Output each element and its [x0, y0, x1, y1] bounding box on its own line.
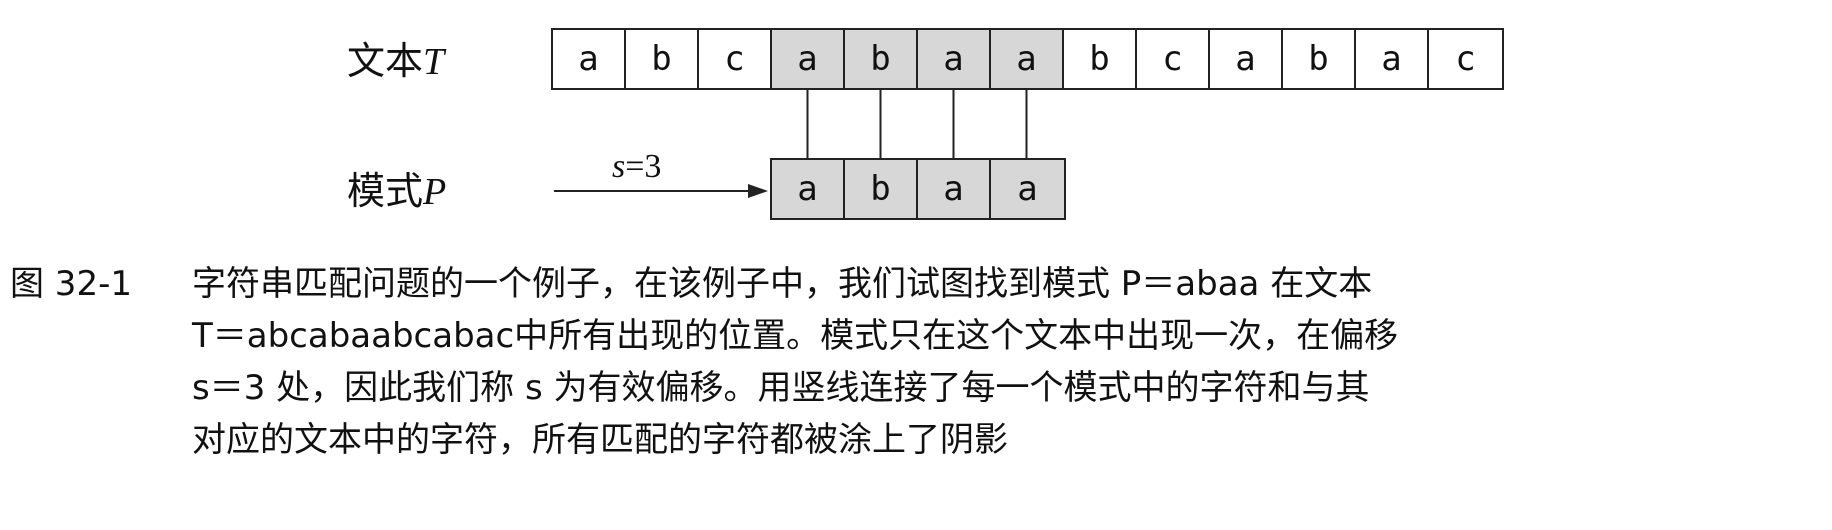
- shift-label: s=3: [612, 148, 661, 186]
- caption-line: 字符串匹配问题的一个例子，在该例子中，我们试图找到模式 P＝abaa 在文本: [192, 264, 1373, 304]
- shift-arrow-head: [748, 184, 768, 198]
- caption-line: s＝3 处，因此我们称 s 为有效偏移。用竖线连接了每一个模式中的字符和与其: [192, 368, 1370, 408]
- caption-line: T＝abcabaabcabac中所有出现的位置。模式只在这个文本中出现一次，在偏…: [192, 316, 1399, 356]
- caption-number: 图 32-1: [10, 264, 132, 304]
- caption-line: 对应的文本中的字符，所有匹配的字符都被涂上了阴影: [192, 420, 1008, 460]
- shift-var: s: [612, 148, 626, 185]
- shift-rest: =3: [625, 148, 662, 185]
- figure-caption: 图 32-1 字符串匹配问题的一个例子，在该例子中，我们试图找到模式 P＝aba…: [10, 258, 1820, 466]
- caption-body: 字符串匹配问题的一个例子，在该例子中，我们试图找到模式 P＝abaa 在文本 T…: [192, 258, 1398, 466]
